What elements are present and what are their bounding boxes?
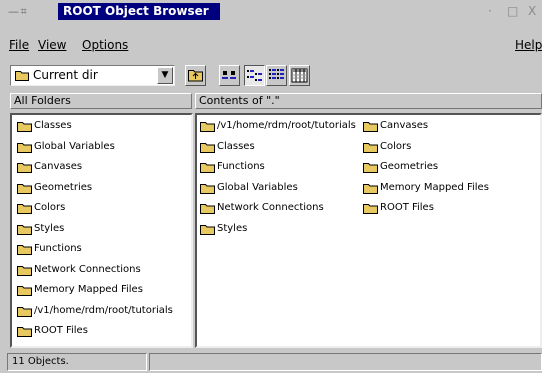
minimize-icon[interactable]: · bbox=[488, 4, 492, 18]
title-bar[interactable]: — ⌗ ROOT Object Browser · □ X bbox=[0, 0, 542, 24]
up-folder-button[interactable] bbox=[185, 65, 206, 86]
folder-icon bbox=[363, 142, 378, 153]
folder-tree-panel[interactable]: Classes Global Variables Canvases Geometrie… bbox=[10, 113, 193, 348]
small-icons-button[interactable] bbox=[244, 65, 265, 86]
folder-icon bbox=[17, 224, 32, 235]
folder-item-label: /v1/home/rdm/root/tutorials bbox=[217, 120, 356, 131]
folder-item-label: Colors bbox=[34, 202, 66, 213]
folder-item-label: ROOT Files bbox=[34, 325, 88, 336]
folder-icon bbox=[17, 163, 32, 173]
folder-item-label: Network Connections bbox=[217, 202, 324, 213]
folder-item-label: Classes bbox=[217, 140, 255, 152]
folder-item-label: Styles bbox=[217, 222, 248, 234]
folder-icon bbox=[17, 245, 32, 255]
folder-item-label: Classes bbox=[34, 120, 72, 131]
folder-item-label: Functions bbox=[217, 161, 265, 172]
folder-icon bbox=[17, 122, 32, 132]
folder-icon bbox=[17, 286, 32, 296]
folder-item-label: ROOT Files bbox=[380, 202, 434, 213]
folder-icon bbox=[200, 224, 215, 235]
folder-item-label: Functions bbox=[34, 243, 82, 254]
folder-item-label: Geometries bbox=[34, 181, 93, 193]
folder-item-label: Memory Mapped Files bbox=[34, 284, 143, 295]
maximize-icon[interactable]: □ bbox=[507, 4, 518, 18]
status-extra bbox=[149, 353, 542, 371]
folder-icon bbox=[17, 183, 32, 194]
folder-icon bbox=[363, 122, 378, 132]
folder-item-label: Global Variables bbox=[34, 140, 115, 152]
large-icons-button[interactable] bbox=[219, 65, 240, 86]
folder-icon bbox=[17, 265, 32, 276]
folder-item-label: /v1/home/rdm/root/tutorials bbox=[34, 304, 173, 316]
folder-item-label: Canvases bbox=[34, 161, 83, 172]
folder-item-label: Styles bbox=[34, 222, 65, 234]
menu-bar: File View Options Help bbox=[0, 36, 542, 56]
folder-item-label: Colors bbox=[380, 140, 412, 152]
folder-icon bbox=[17, 306, 32, 317]
list-button[interactable] bbox=[266, 65, 287, 86]
up-folder-icon bbox=[188, 70, 203, 82]
combo-value: Current dir bbox=[33, 68, 98, 82]
menu-help[interactable]: Help bbox=[515, 38, 542, 52]
folder-icon bbox=[17, 142, 32, 153]
folder-icon bbox=[200, 122, 215, 132]
toolbar: Current dir ▼ bbox=[0, 62, 542, 90]
status-object-count: 11 Objects. bbox=[7, 353, 147, 371]
folder-item-label: Geometries bbox=[380, 161, 439, 172]
folder-icon bbox=[200, 183, 215, 194]
folder-icon bbox=[200, 142, 215, 153]
small-icons-icon bbox=[247, 70, 262, 81]
details-icon bbox=[291, 68, 308, 83]
folder-item-label: Memory Mapped Files bbox=[380, 181, 489, 193]
menu-options[interactable]: Options bbox=[82, 38, 128, 52]
folder-icon bbox=[200, 204, 215, 214]
window-menu-icon[interactable]: — ⌗ bbox=[8, 5, 27, 19]
folder-item-label: Canvases bbox=[380, 120, 429, 131]
contents-header: Contents of "." bbox=[195, 93, 542, 109]
menu-file[interactable]: File bbox=[9, 38, 29, 52]
directory-combo[interactable]: Current dir ▼ bbox=[10, 65, 175, 86]
status-bar: 11 Objects. bbox=[0, 351, 542, 373]
folder-item-label: Network Connections bbox=[34, 263, 141, 275]
contents-panel[interactable]: /v1/home/rdm/root/tutorials Classes Functi… bbox=[195, 113, 542, 348]
chevron-down-icon[interactable]: ▼ bbox=[157, 67, 173, 84]
large-icons-icon bbox=[222, 71, 236, 79]
window-title: ROOT Object Browser bbox=[58, 3, 220, 20]
close-icon[interactable]: X bbox=[528, 4, 536, 18]
folder-icon bbox=[363, 204, 378, 214]
all-folders-header: All Folders bbox=[10, 93, 192, 109]
folder-icon bbox=[200, 163, 215, 173]
folder-icon bbox=[363, 163, 378, 173]
folder-icon bbox=[17, 204, 32, 214]
folder-icon bbox=[15, 71, 29, 81]
folder-item-label: Global Variables bbox=[217, 181, 298, 193]
list-icon bbox=[269, 69, 284, 79]
folder-icon bbox=[363, 183, 378, 194]
menu-view[interactable]: View bbox=[38, 38, 66, 52]
folder-icon bbox=[17, 327, 32, 337]
details-button[interactable] bbox=[289, 65, 310, 86]
